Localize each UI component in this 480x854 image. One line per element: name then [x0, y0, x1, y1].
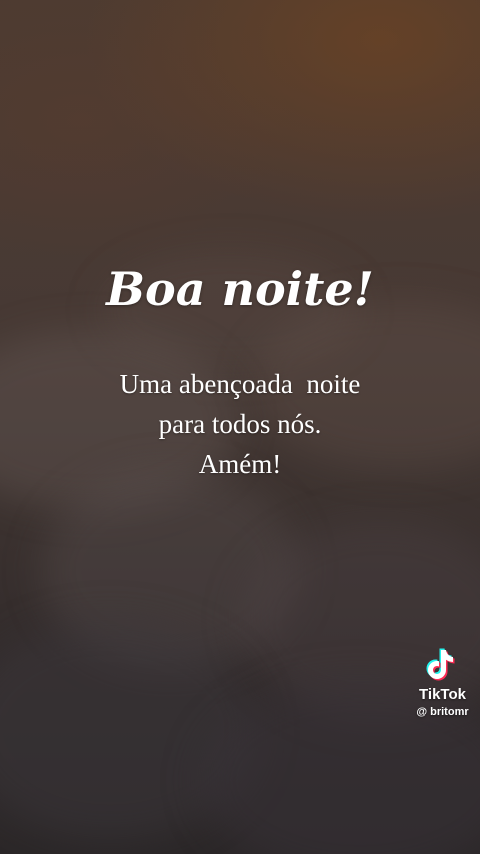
message-line: Amém!: [198, 449, 282, 479]
tiktok-brand: TikTok: [419, 686, 466, 703]
tiktok-watermark: TikTok @ britomr: [405, 646, 480, 719]
greeting-message: Uma abençoada noite para todos nós. Amém…: [0, 364, 480, 484]
creator-handle: @ britomr: [416, 706, 469, 718]
greeting-title: Boa noite!: [106, 262, 374, 316]
message-line: Uma abençoada noite: [119, 369, 361, 399]
cloud-layer: [0, 620, 260, 840]
video-frame: Boa noite! Uma abençoada noite para todo…: [0, 0, 480, 854]
message-line: para todos nós.: [158, 409, 322, 439]
cloud-layer: [40, 470, 300, 670]
tiktok-icon: [426, 648, 454, 681]
